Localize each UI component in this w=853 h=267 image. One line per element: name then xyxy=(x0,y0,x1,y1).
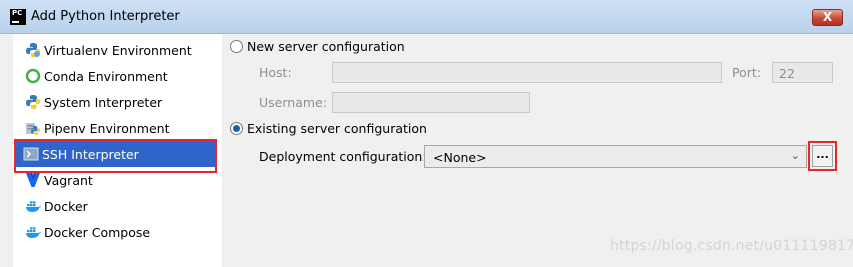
sidebar-item-virtualenv[interactable]: Virtualenv Environment xyxy=(17,37,220,63)
watermark: https://blog.csdn.net/u011119817 xyxy=(610,238,853,254)
port-field[interactable]: 22 xyxy=(772,62,833,83)
sidebar-item-label: System Interpreter xyxy=(44,95,163,110)
window-title: Add Python Interpreter xyxy=(31,9,180,24)
host-field[interactable] xyxy=(332,62,722,83)
chevron-down-icon: ⌄ xyxy=(790,149,800,162)
deployment-configuration-label: Deployment configuration: xyxy=(259,149,427,164)
pycharm-app-icon: PC xyxy=(10,9,26,25)
annotation-box-ssh-interpreter xyxy=(14,139,217,173)
new-server-label: New server configuration xyxy=(247,39,405,54)
sidebar-item-conda[interactable]: Conda Environment xyxy=(17,63,220,89)
sidebar-item-system-interpreter[interactable]: System Interpreter xyxy=(17,89,220,115)
sidebar-item-label: Pipenv Environment xyxy=(44,121,170,136)
sidebar-item-docker-compose[interactable]: Docker Compose xyxy=(17,219,220,245)
docker-icon xyxy=(26,201,41,212)
sidebar-item-docker[interactable]: Docker xyxy=(17,193,220,219)
existing-server-radio[interactable] xyxy=(230,122,243,135)
new-server-radio[interactable] xyxy=(230,40,243,53)
sidebar-item-label: Docker Compose xyxy=(44,225,151,240)
deployment-configuration-dropdown[interactable]: <None> ⌄ xyxy=(424,145,807,168)
title-bar: PC Add Python Interpreter X xyxy=(0,0,853,34)
annotation-box-browse-button xyxy=(808,141,837,171)
username-label: Username: xyxy=(259,95,327,110)
sidebar-item-label: Virtualenv Environment xyxy=(44,43,192,58)
virtualenv-icon xyxy=(26,43,40,58)
conda-icon xyxy=(25,68,41,84)
docker-compose-icon xyxy=(26,227,41,238)
existing-server-label: Existing server configuration xyxy=(247,121,427,136)
host-label: Host: xyxy=(259,65,292,80)
sidebar-item-label: Conda Environment xyxy=(44,69,168,84)
port-value: 22 xyxy=(779,66,795,81)
vagrant-icon xyxy=(26,173,40,187)
deployment-configuration-value: <None> xyxy=(433,150,487,165)
username-field[interactable] xyxy=(332,92,530,113)
close-button[interactable]: X xyxy=(812,9,843,26)
python-icon xyxy=(26,95,40,109)
sidebar-item-label: Docker xyxy=(44,199,88,214)
pipenv-icon xyxy=(26,123,40,135)
port-label: Port: xyxy=(732,65,761,80)
sidebar-item-pipenv[interactable]: Pipenv Environment xyxy=(17,115,220,141)
sidebar-item-label: Vagrant xyxy=(44,173,93,188)
